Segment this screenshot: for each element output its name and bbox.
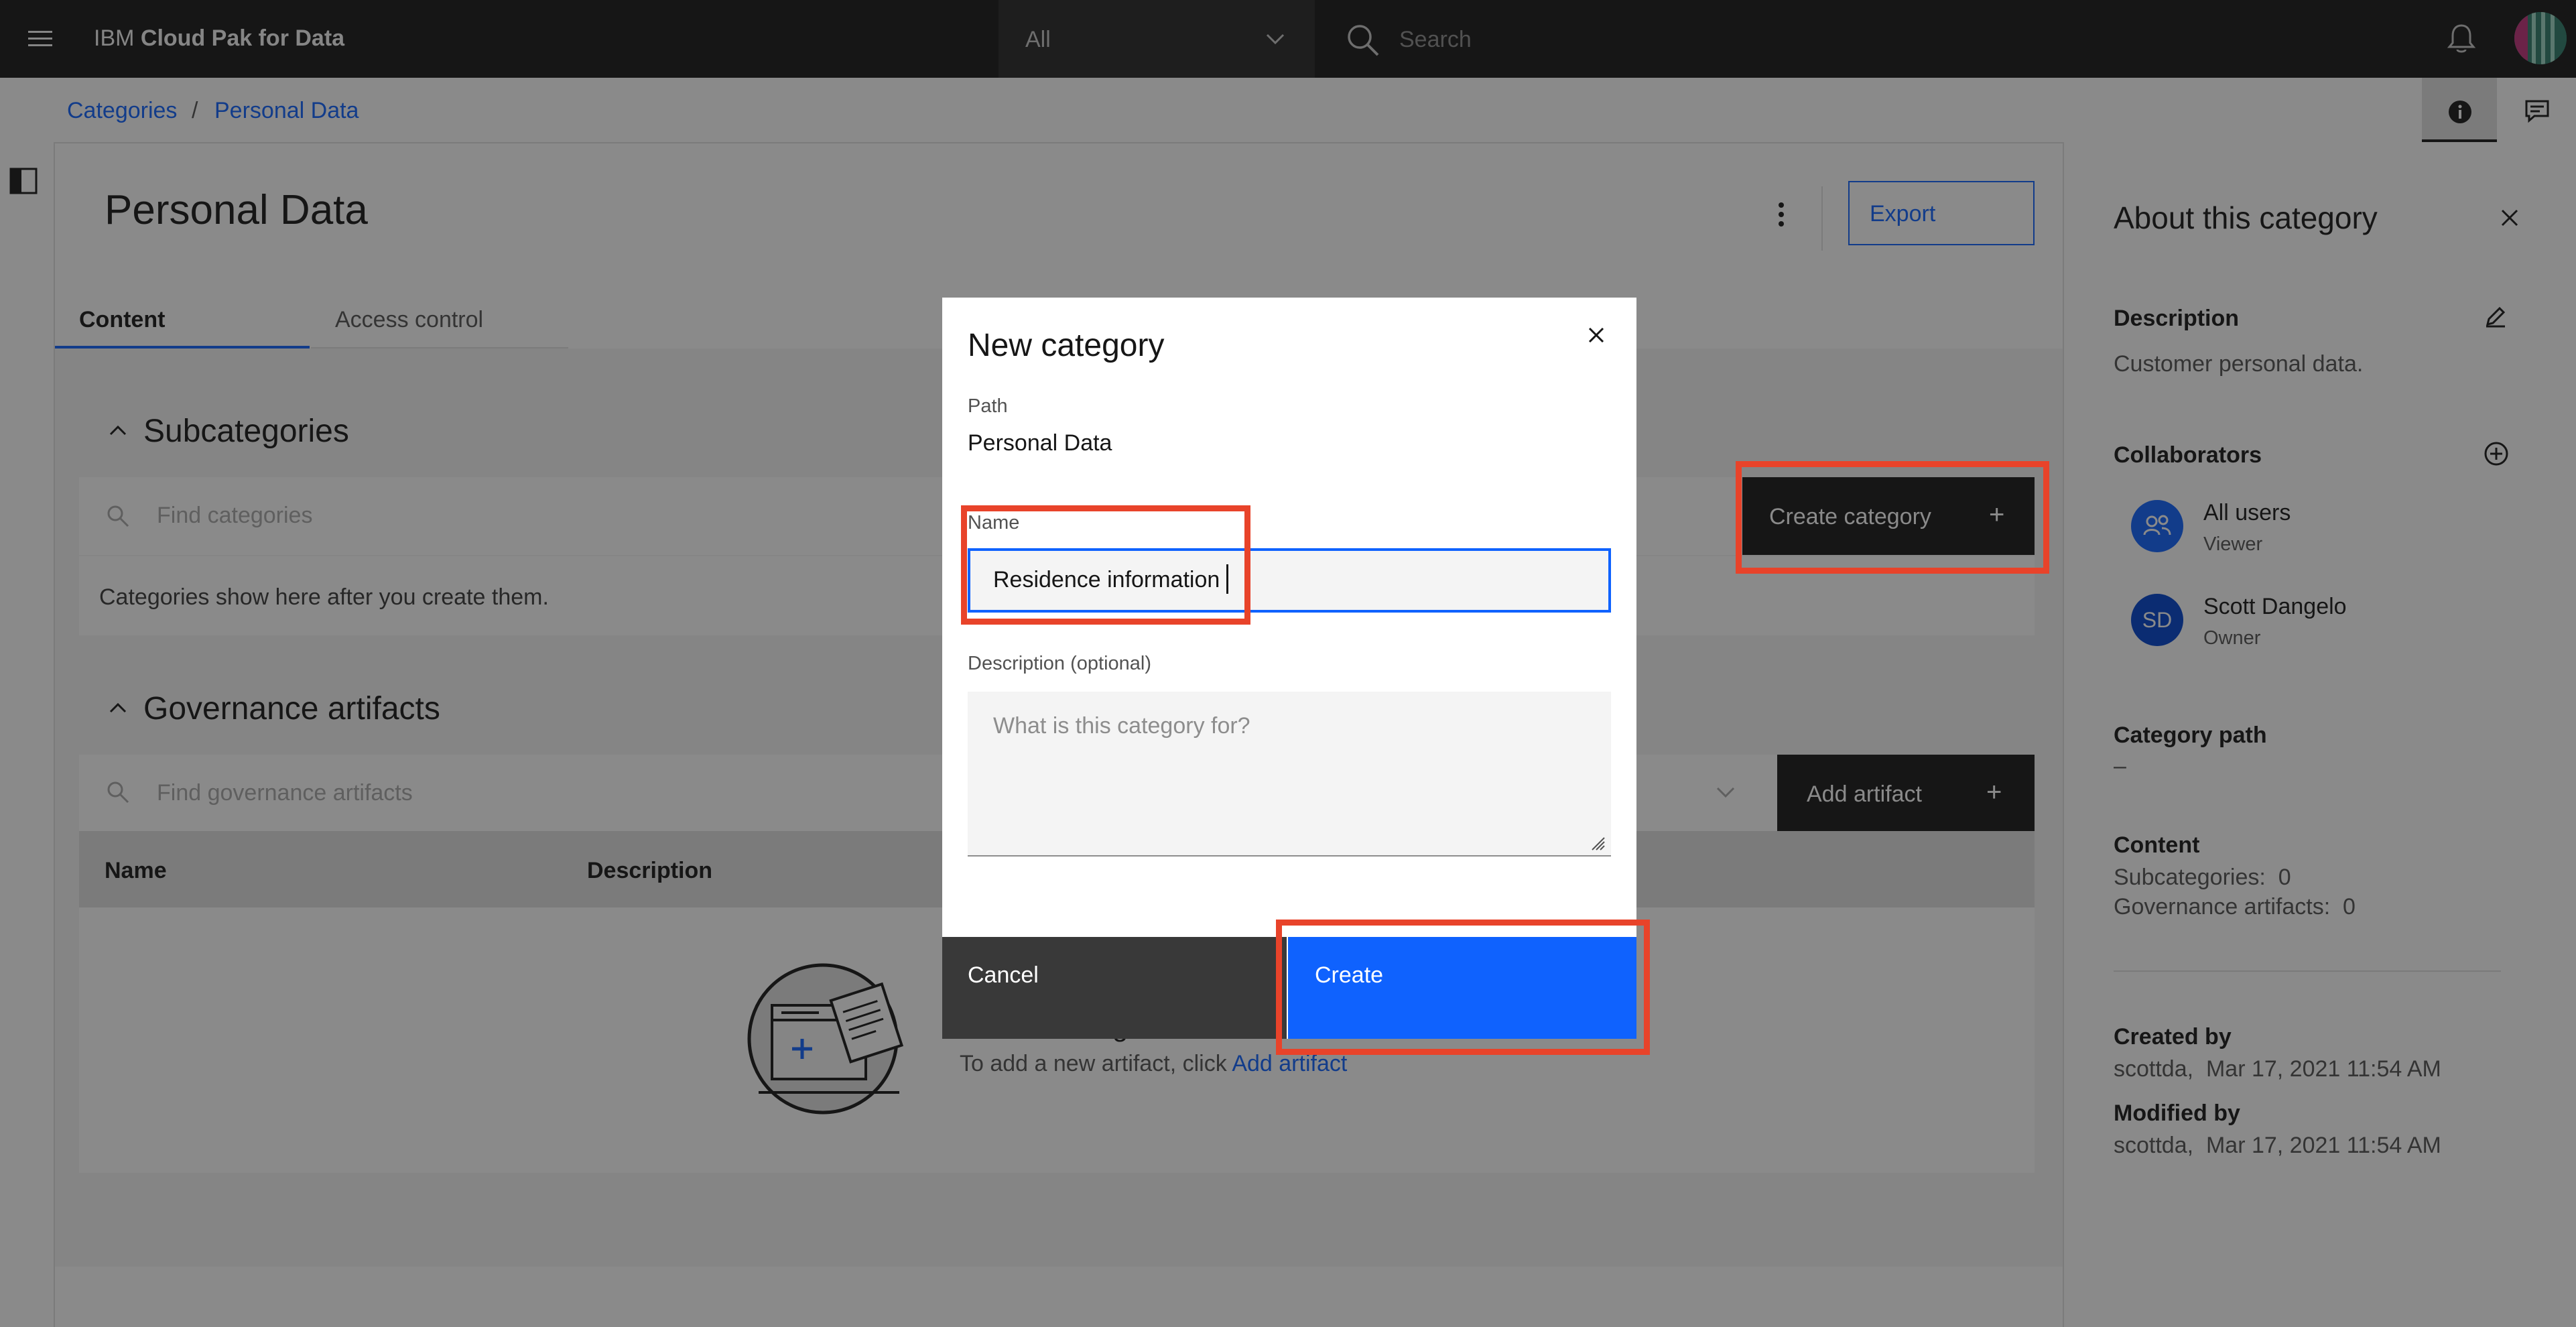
description-label: Description (optional) <box>968 653 1152 674</box>
highlight-create-button <box>1276 920 1650 1055</box>
path-label: Path <box>968 395 1008 417</box>
path-value: Personal Data <box>968 430 1112 456</box>
resize-handle-icon[interactable] <box>1590 835 1606 851</box>
highlight-create-category <box>1736 461 2049 574</box>
modal-title: New category <box>968 328 1165 363</box>
cancel-button[interactable]: Cancel <box>942 937 1287 1039</box>
highlight-name-field <box>961 505 1250 625</box>
close-modal-icon[interactable] <box>1584 323 1608 347</box>
description-placeholder: What is this category for? <box>993 713 1250 739</box>
cancel-button-label: Cancel <box>968 962 1039 988</box>
